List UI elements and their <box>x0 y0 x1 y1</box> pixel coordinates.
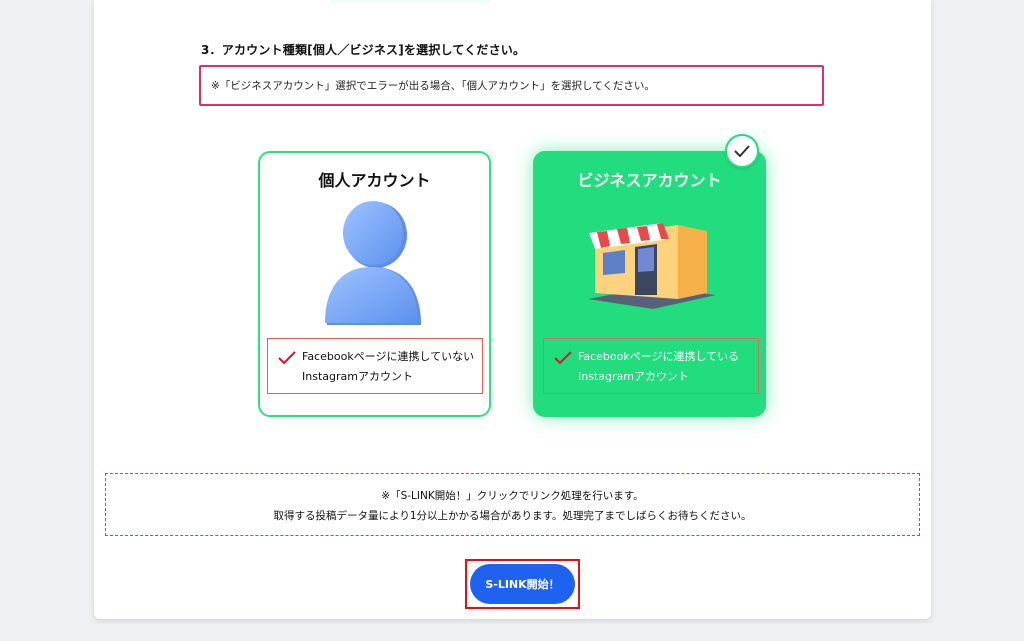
business-account-card[interactable]: ビジネスアカウント Facebookページに連携している Instagramアカ… <box>533 151 766 417</box>
personal-desc-line1: Facebookページに連携していない <box>302 350 475 363</box>
shop-icon <box>588 223 716 309</box>
business-desc-line2: Instagramアカウント <box>578 370 689 383</box>
check-icon <box>278 351 296 365</box>
business-description: Facebookページに連携している Instagramアカウント <box>543 338 759 394</box>
info-box: ※「S-LINK開始！」クリックでリンク処理を行います。 取得する投稿データ量に… <box>105 473 920 536</box>
step-title: 3．アカウント種類[個人／ビジネス]を選択してください。 <box>201 43 526 57</box>
checkmark-icon <box>734 145 750 157</box>
info-line-1: ※「S-LINK開始！」クリックでリンク処理を行います。 <box>381 490 644 502</box>
check-icon <box>554 351 572 365</box>
info-line-2: 取得する投稿データ量により1分以上かかる場合があります。処理完了までしばらくお待… <box>273 510 752 522</box>
personal-desc-line2: Instagramアカウント <box>302 370 413 383</box>
business-card-title: ビジネスアカウント <box>577 171 722 190</box>
personal-account-card[interactable]: 個人アカウント Facebookページに連携していない Instagramアカウ… <box>258 151 491 417</box>
selected-check-badge <box>725 134 759 168</box>
business-desc-line1: Facebookページに連携している <box>578 350 740 363</box>
person-icon <box>325 201 421 325</box>
personal-card-title: 個人アカウント <box>318 171 431 190</box>
warning-box: ※「ビジネスアカウント」選択でエラーが出る場合、「個人アカウント」を選択してくだ… <box>199 65 824 106</box>
previous-section-edge <box>330 0 490 4</box>
start-button-highlight: S-LINK開始！ <box>465 559 580 609</box>
personal-description: Facebookページに連携していない Instagramアカウント <box>267 338 483 394</box>
s-link-start-button[interactable]: S-LINK開始！ <box>470 564 575 604</box>
warning-text: ※「ビジネスアカウント」選択でエラーが出る場合、「個人アカウント」を選択してくだ… <box>211 80 655 92</box>
